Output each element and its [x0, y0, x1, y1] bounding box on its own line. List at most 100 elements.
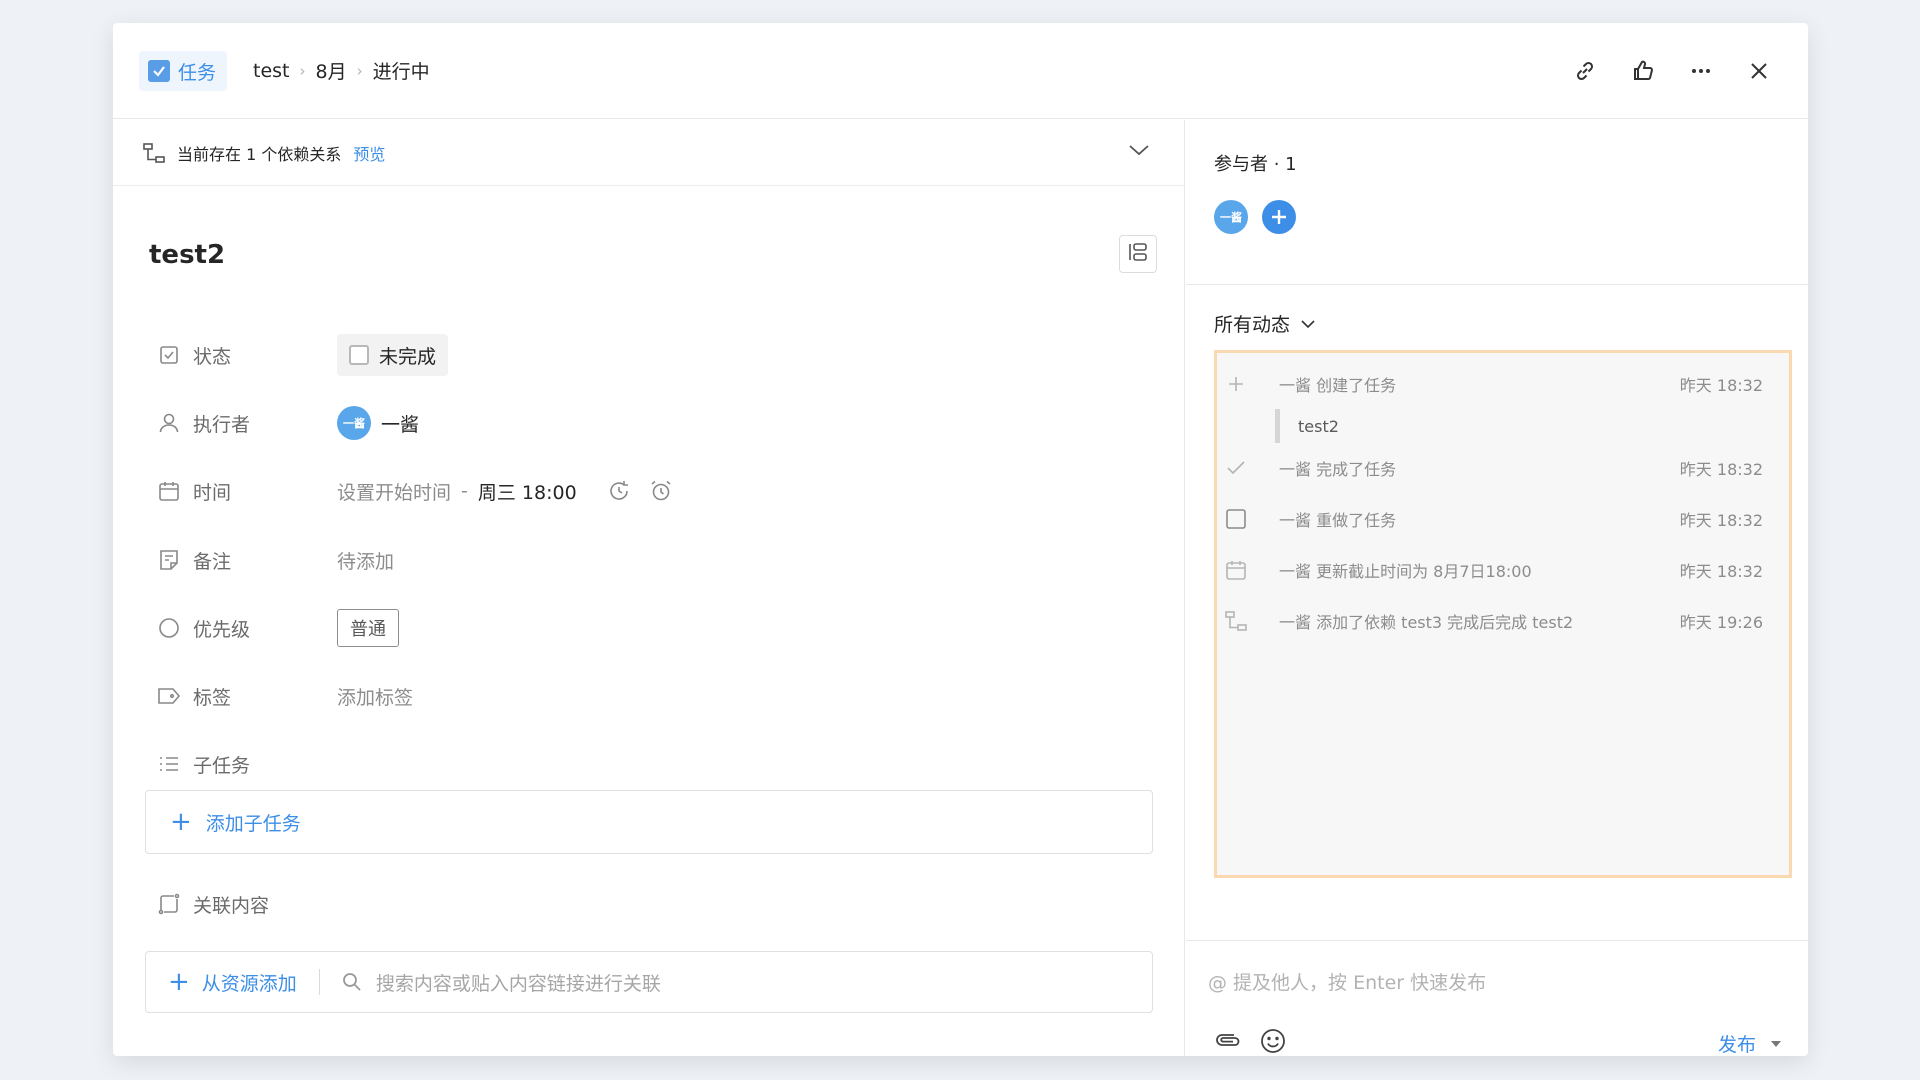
- plus-icon: [1221, 375, 1251, 393]
- header-actions: [1572, 58, 1772, 84]
- caret-down-icon[interactable]: [1770, 1040, 1782, 1048]
- task-title[interactable]: test2: [149, 240, 225, 270]
- add-subtask-button[interactable]: + 添加子任务: [145, 790, 1153, 854]
- priority-value[interactable]: 普通: [337, 609, 399, 647]
- participants-title: 参与者 · 1: [1214, 154, 1297, 175]
- add-tag[interactable]: 添加标签: [337, 683, 413, 710]
- assignee-label-group: 执行者: [157, 410, 337, 437]
- chevron-down-icon[interactable]: [1128, 142, 1150, 161]
- dependency-text: 当前存在 1 个依赖关系: [177, 144, 342, 164]
- avatar[interactable]: 一酱: [1214, 200, 1248, 234]
- activity-text: 一酱 完成了任务: [1279, 460, 1397, 479]
- emoji-icon[interactable]: [1260, 1028, 1286, 1054]
- comment-tools: [1214, 1028, 1286, 1054]
- activity-text: 一酱 更新截止时间为 8月7日18:00: [1279, 562, 1532, 581]
- tag-icon: [157, 686, 181, 706]
- activity-time: 昨天 18:32: [1679, 460, 1763, 479]
- close-icon[interactable]: [1746, 58, 1772, 84]
- add-subtask-label: 添加子任务: [205, 812, 301, 835]
- related-label-group: 关联内容: [157, 891, 337, 918]
- divider: [318, 969, 320, 995]
- attachment-icon[interactable]: [1214, 1028, 1242, 1054]
- dependency-preview-link[interactable]: 预览: [353, 141, 385, 165]
- avatar: 一酱: [337, 406, 371, 440]
- priority-label-group: 优先级: [157, 615, 337, 642]
- calendar-icon: [157, 480, 181, 502]
- status-value: 未完成: [379, 345, 437, 368]
- tag-label-group: 标签: [157, 683, 337, 710]
- activity-item: 一酱 完成了任务 昨天 18:32: [1217, 453, 1789, 483]
- due-time[interactable]: 周三 18:00: [478, 478, 577, 505]
- list-icon: [157, 754, 181, 774]
- time-row: 时间 设置开始时间 - 周三 18:00: [157, 471, 673, 511]
- add-participant-button[interactable]: [1262, 200, 1296, 234]
- assignee-label: 执行者: [193, 413, 251, 436]
- time-separator: -: [461, 480, 468, 502]
- note-value[interactable]: 待添加: [337, 547, 394, 574]
- layout-toggle-button[interactable]: [1119, 235, 1157, 273]
- circle-icon: [157, 617, 181, 639]
- subtask-row: 子任务: [157, 744, 337, 784]
- empty-checkbox-icon: [349, 345, 369, 365]
- note-label: 备注: [193, 550, 232, 573]
- calendar-icon: [1221, 559, 1251, 581]
- link-icon[interactable]: [1572, 58, 1598, 84]
- layout-icon: [1127, 241, 1149, 267]
- assignee-row: 执行者 一酱 一酱: [157, 403, 419, 443]
- related-content-field: + 从资源添加 搜索内容或贴入内容链接进行关联: [145, 951, 1153, 1013]
- priority-label: 优先级: [193, 618, 251, 641]
- breadcrumb-stage[interactable]: 进行中: [373, 57, 430, 84]
- status-row: 状态 未完成: [157, 334, 449, 376]
- thumbs-up-icon[interactable]: [1630, 58, 1656, 84]
- breadcrumb-project[interactable]: test: [253, 60, 290, 82]
- divider: [1186, 284, 1808, 285]
- note-label-group: 备注: [157, 547, 337, 574]
- related-link-icon: [157, 893, 181, 915]
- alarm-icon[interactable]: [649, 479, 673, 503]
- chevron-down-icon: [1300, 319, 1316, 329]
- checkbox-checked-icon: [148, 60, 170, 82]
- participants-list: 一酱: [1214, 200, 1296, 234]
- subtask-label-group: 子任务: [157, 751, 337, 778]
- plus-icon: +: [170, 807, 192, 837]
- tag-label: 标签: [193, 686, 232, 709]
- activity-item: 一酱 创建了任务 昨天 18:32: [1217, 369, 1789, 399]
- task-type-label: 任务: [178, 61, 217, 84]
- divider: [1186, 940, 1808, 941]
- modal-header: 任务 test › 8月 › 进行中: [113, 23, 1808, 119]
- chevron-right-icon: ›: [299, 61, 306, 80]
- breadcrumb-group[interactable]: 8月: [316, 57, 347, 84]
- chevron-right-icon: ›: [356, 61, 363, 80]
- check-icon: [1221, 460, 1251, 476]
- dependency-bar: 当前存在 1 个依赖关系 预览: [113, 120, 1184, 186]
- search-icon: [342, 972, 362, 992]
- status-toggle[interactable]: 未完成: [337, 334, 449, 376]
- start-time-placeholder[interactable]: 设置开始时间: [337, 478, 451, 505]
- more-icon[interactable]: [1688, 58, 1714, 84]
- note-row: 备注 待添加: [157, 540, 394, 580]
- dependency-icon: [143, 142, 165, 163]
- activity-item: 一酱 重做了任务 昨天 18:32: [1217, 504, 1789, 534]
- checkbox-icon: [157, 345, 181, 365]
- status-label-group: 状态: [157, 342, 337, 369]
- assignee-value[interactable]: 一酱 一酱: [337, 406, 419, 440]
- time-label: 时间: [193, 481, 232, 504]
- add-from-resource-button[interactable]: 从资源添加: [202, 969, 297, 996]
- activity-filter-dropdown[interactable]: 所有动态: [1214, 310, 1316, 337]
- activity-text: 一酱 添加了依赖 test3 完成后完成 test2: [1279, 613, 1574, 632]
- note-icon: [157, 549, 181, 571]
- publish-label: 发布: [1717, 1034, 1756, 1056]
- related-label: 关联内容: [193, 894, 270, 917]
- activity-time: 昨天 18:32: [1679, 376, 1763, 395]
- comment-input[interactable]: @ 提及他人，按 Enter 快速发布: [1208, 968, 1486, 995]
- activity-item: 一酱 更新截止时间为 8月7日18:00 昨天 18:32: [1217, 555, 1789, 585]
- repeat-icon[interactable]: [607, 479, 631, 503]
- activity-time: 昨天 19:26: [1679, 613, 1763, 632]
- task-type-tag[interactable]: 任务: [139, 51, 227, 91]
- related-search-input[interactable]: 搜索内容或贴入内容链接进行关联: [376, 969, 661, 996]
- related-row: 关联内容: [157, 884, 337, 924]
- publish-button[interactable]: 发布: [1718, 1030, 1782, 1056]
- priority-row: 优先级 普通: [157, 608, 399, 648]
- plus-icon: +: [168, 967, 190, 997]
- activity-item: 一酱 添加了依赖 test3 完成后完成 test2 昨天 19:26: [1217, 606, 1789, 636]
